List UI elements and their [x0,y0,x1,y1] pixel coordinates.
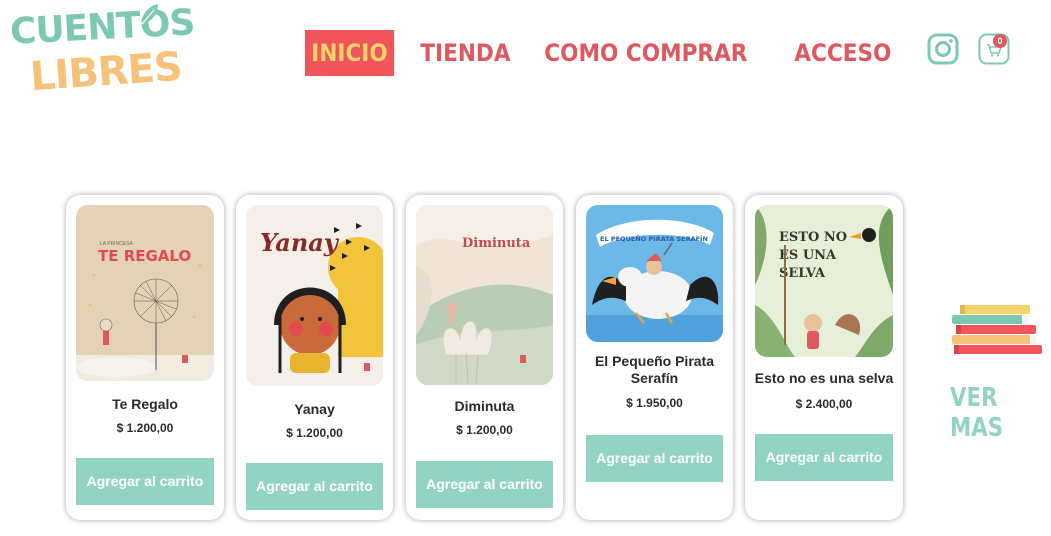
book-cover-image[interactable]: Diminuta [416,205,553,385]
product-title[interactable]: Diminuta [412,398,557,415]
book-cover-image[interactable]: LA PRINCESA TE REGALO [76,205,214,381]
cart-count-badge: 0 [993,34,1007,48]
instagram-icon[interactable] [927,33,959,65]
product-price: $ 2.400,00 [795,397,853,411]
cover-title-text: ESTO NO ES UNA SELVA [779,230,848,281]
product-title[interactable]: El Pequeño Pirata Serafín [582,353,727,387]
add-to-cart-button[interactable]: Agregar al carrito [246,463,383,510]
book-cover-image[interactable]: ESTO NO ES UNA SELVA [755,205,893,357]
main-nav: INICIO TIENDA COMO COMPRAR ACCESO [305,30,910,76]
leaf-icon [141,4,158,25]
add-to-cart-button[interactable]: Agregar al carrito [416,461,553,508]
product-title[interactable]: Te Regalo [72,396,218,413]
product-card: EL PEQUEÑO PIRATA SERAFÍN El Pequeño Pir… [576,195,733,520]
nav-item-tienda[interactable]: TIENDA [414,30,517,76]
product-card: LA PRINCESA TE REGALO Te Regalo $ 1.200,… [66,195,224,520]
cover-title-text: EL PEQUEÑO PIRATA SERAFÍN [600,234,708,243]
nav-item-acceso[interactable]: ACCESO [788,30,898,76]
product-card: Diminuta Diminuta $ 1.200,00 Agregar al … [406,195,563,520]
nav-item-inicio[interactable]: INICIO [305,30,395,76]
ver-mas-link[interactable]: VER MAS [950,383,1033,443]
add-to-cart-button[interactable]: Agregar al carrito [76,458,214,505]
add-to-cart-button[interactable]: Agregar al carrito [586,435,723,482]
product-price: $ 1.950,00 [626,396,683,410]
product-title[interactable]: Yanay [242,401,387,418]
product-price: $ 1.200,00 [286,426,343,440]
product-card: ESTO NO ES UNA SELVA Esto no es una selv… [745,195,903,520]
book-cover-image[interactable]: Yanay [246,205,383,386]
cover-title-text: TE REGALO [98,247,191,265]
book-cover-image[interactable]: EL PEQUEÑO PIRATA SERAFÍN [586,205,723,342]
product-price: $ 1.200,00 [456,423,513,437]
site-logo[interactable]: CUENTOS LIBRES [8,2,195,104]
cover-title-text: Yanay [260,228,340,257]
logo-text-libres: LIBRES [28,43,184,101]
cover-title-text: Diminuta [462,236,531,251]
product-card: Yanay Yanay $ 1.200,00 Agregar al carrit… [236,195,393,520]
nav-item-como-comprar[interactable]: COMO COMPRAR [538,30,754,76]
product-price: $ 1.200,00 [116,421,174,435]
book-stack-icon[interactable] [950,303,1044,361]
product-title[interactable]: Esto no es una selva [751,370,897,387]
add-to-cart-button[interactable]: Agregar al carrito [755,434,893,481]
